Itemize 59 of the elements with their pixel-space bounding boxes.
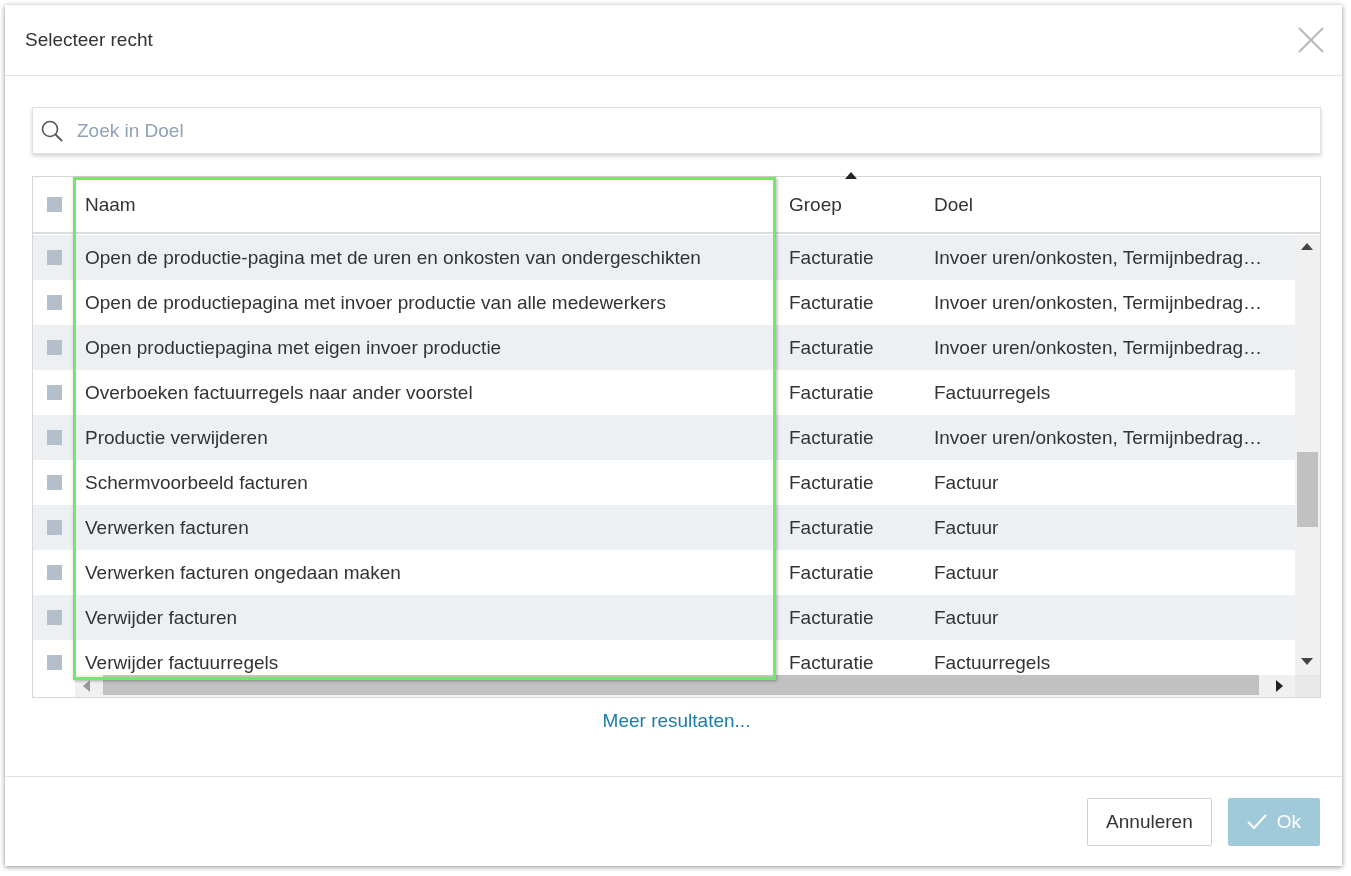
scroll-up-icon[interactable] xyxy=(1301,243,1313,250)
table-cell-text: Invoer uren/onkosten, Termijnbedrag… xyxy=(933,291,1264,314)
checkbox[interactable] xyxy=(46,340,62,355)
table-cell-text: Open productiepagina met eigen invoer productie xyxy=(84,336,503,359)
checkbox[interactable] xyxy=(46,430,62,445)
table-cell-text: Verwijder facturen xyxy=(84,606,239,629)
table-cell-text: Factuur xyxy=(933,471,1000,494)
checkbox[interactable] xyxy=(46,565,62,580)
table-cell-text: Factuurregels xyxy=(933,651,1052,674)
table-cell-text: Facturatie xyxy=(788,336,875,359)
table-cell-text: Facturatie xyxy=(788,516,875,539)
search-icon xyxy=(41,119,63,142)
table-cell-text: Factuur xyxy=(933,516,1000,539)
checkbox[interactable] xyxy=(46,520,62,535)
vertical-scrollbar[interactable] xyxy=(1295,235,1320,675)
table-cell-text: Verwerken facturen xyxy=(84,516,250,539)
column-header[interactable]: Groep xyxy=(777,193,922,216)
table-cell-text: Facturatie xyxy=(788,471,875,494)
table-cell-text: Invoer uren/onkosten, Termijnbedrag… xyxy=(933,426,1264,449)
table-cell-text: Productie verwijderen xyxy=(84,426,269,449)
scrollbar-corner xyxy=(1295,675,1320,697)
more-results-link[interactable]: Meer resultaten... xyxy=(602,710,751,732)
cancel-button[interactable]: Annuleren xyxy=(1087,797,1212,846)
checkbox[interactable] xyxy=(46,295,62,310)
scroll-thumb[interactable] xyxy=(1297,452,1318,527)
table-cell-text: Factuur xyxy=(933,561,1000,584)
column-header[interactable]: Doel xyxy=(922,193,1320,216)
search-input[interactable]: Zoek in Doel xyxy=(75,118,1312,143)
checkbox[interactable] xyxy=(46,385,62,400)
search-field[interactable]: Zoek in Doel xyxy=(32,107,1321,154)
check-icon xyxy=(1246,813,1267,830)
table-cell-text: Facturatie xyxy=(788,606,875,629)
table-cell-text: Schermvoorbeeld facturen xyxy=(84,471,309,494)
checkbox[interactable] xyxy=(46,610,62,625)
scroll-left-icon[interactable] xyxy=(83,680,90,692)
column-header[interactable]: Naam xyxy=(75,193,777,216)
table-cell-text: Verwerken facturen ongedaan maken xyxy=(84,561,402,584)
table-cell-text: Facturatie xyxy=(788,426,875,449)
table-cell-text: Facturatie xyxy=(788,291,875,314)
table-cell-text: Invoer uren/onkosten, Termijnbedrag… xyxy=(933,336,1264,359)
table-cell-text: Facturatie xyxy=(788,651,875,674)
checkbox[interactable] xyxy=(46,475,62,490)
table-cell-text: Facturatie xyxy=(788,561,875,584)
table-cell-text: Open de productiepagina met invoer productie van alle medewerkers xyxy=(84,291,667,314)
table-cell-text: Facturatie xyxy=(788,381,875,404)
table-cell-text: Open de productie-pagina met de uren en onkosten van ondergeschikten xyxy=(84,246,702,269)
close-icon[interactable] xyxy=(1298,27,1324,53)
checkbox[interactable] xyxy=(46,250,62,265)
table-cell-text: Factuur xyxy=(933,606,1000,629)
table-cell-text: Factuurregels xyxy=(933,381,1052,404)
table-cell-text: Invoer uren/onkosten, Termijnbedrag… xyxy=(933,246,1264,269)
scroll-right-icon[interactable] xyxy=(1276,680,1283,692)
scroll-down-icon[interactable] xyxy=(1301,658,1313,665)
dialog-title: Selecteer recht xyxy=(25,29,153,51)
table-cell-text: Facturatie xyxy=(788,246,875,269)
checkbox[interactable] xyxy=(46,197,62,212)
checkbox[interactable] xyxy=(46,655,62,670)
table-cell-text: Overboeken factuurregels naar ander voorstel xyxy=(84,381,474,404)
table-cell-text: Verwijder factuurregels xyxy=(84,651,280,674)
